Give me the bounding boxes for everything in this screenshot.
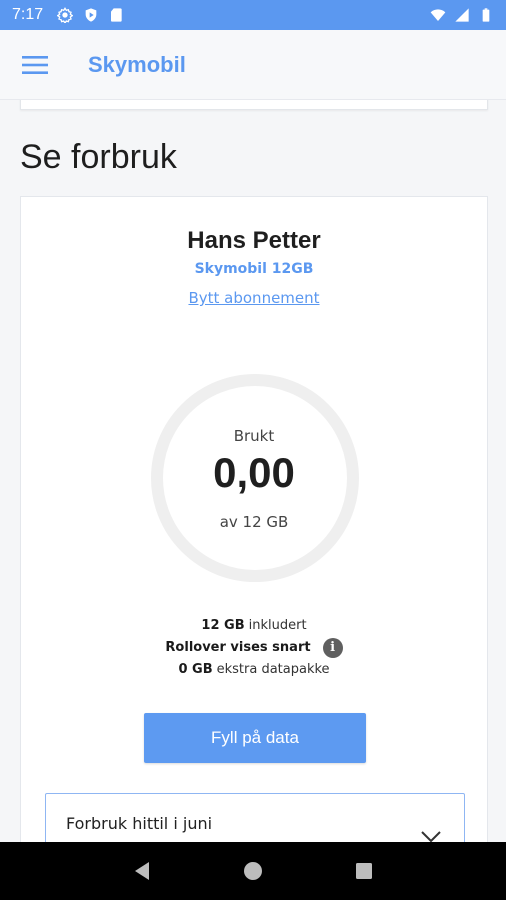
extra-line: 0 GB ekstra datapakke (21, 659, 487, 681)
settings-icon (57, 7, 74, 23)
hamburger-menu-icon (22, 55, 48, 74)
extra-amount: 0 GB (178, 662, 213, 677)
user-name: Hans Petter (187, 227, 321, 254)
app-title: Skymobil (88, 51, 186, 77)
info-icon[interactable]: i (322, 638, 343, 658)
status-time: 7:17 (12, 6, 44, 23)
menu-button[interactable] (0, 30, 70, 100)
fill-data-button[interactable]: Fyll på data (144, 713, 366, 763)
status-right-icons (430, 7, 494, 23)
gauge-value: 0,00 (213, 449, 295, 496)
gauge-label: Brukt (233, 427, 275, 445)
status-bar: 7:17 (0, 0, 506, 30)
home-button[interactable] (233, 851, 273, 891)
included-text: inkludert (248, 618, 307, 633)
included-amount: 12 GB (201, 618, 245, 633)
usage-info: 12 GB inkludert Rollover vises snart i 0… (21, 615, 487, 681)
usage-period-label: Forbruk hittil i juni (66, 814, 213, 833)
change-plan-link[interactable]: Bytt abonnement (21, 289, 487, 307)
signal-icon (455, 8, 469, 22)
chevron-down-icon (421, 831, 441, 842)
battery-icon (482, 8, 490, 22)
extra-text: ekstra datapakke (216, 662, 330, 677)
plan-name: Skymobil 12GB (194, 261, 314, 277)
rollover-text: Rollover vises snart (165, 640, 311, 655)
shield-icon (85, 8, 97, 22)
included-line: 12 GB inkludert (21, 615, 487, 637)
recents-icon (356, 863, 373, 879)
usage-period-dropdown[interactable]: Forbruk hittil i juni (45, 793, 465, 842)
rollover-line: Rollover vises snart i (21, 637, 487, 659)
home-icon (243, 862, 262, 880)
system-nav-bar (0, 842, 506, 900)
back-icon (134, 862, 149, 880)
previous-card-edge (20, 100, 488, 110)
gauge-total: av 12 GB (219, 513, 289, 531)
recents-button[interactable] (344, 851, 384, 891)
main-content[interactable]: Se forbruk Hans Petter Skymobil 12GB Byt… (0, 100, 506, 842)
page-title: Se forbruk (20, 138, 177, 176)
wifi-icon (430, 9, 446, 21)
status-left-icons (57, 7, 125, 23)
sd-card-icon (111, 8, 122, 22)
usage-card: Hans Petter Skymobil 12GB Bytt abonnemen… (20, 196, 488, 842)
app-bar: Skymobil (0, 30, 506, 100)
back-button[interactable] (122, 851, 162, 891)
